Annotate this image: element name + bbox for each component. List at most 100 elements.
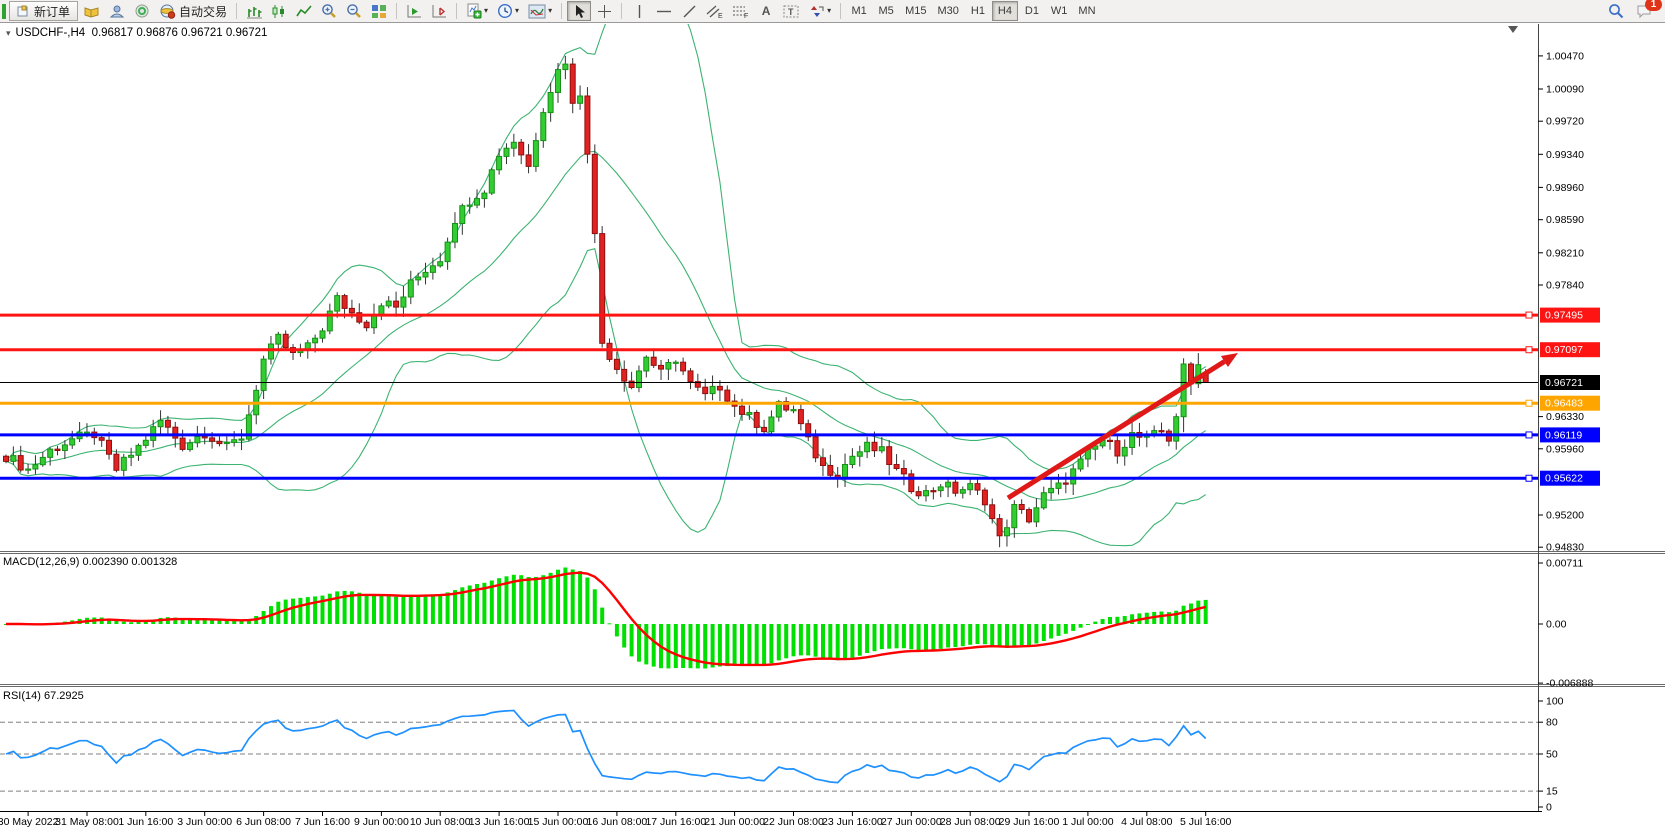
svg-text:0.98960: 0.98960 xyxy=(1546,182,1584,194)
svg-text:7 Jun 16:00: 7 Jun 16:00 xyxy=(295,816,350,828)
vertical-line-icon xyxy=(633,4,646,19)
text-button[interactable]: A xyxy=(754,1,778,21)
timeframe-m15[interactable]: M15 xyxy=(900,1,931,21)
svg-text:23 Jun 16:00: 23 Jun 16:00 xyxy=(822,816,883,828)
text-icon: A xyxy=(762,4,771,18)
chart-shift-button[interactable] xyxy=(427,1,451,21)
equidistant-channel-button[interactable]: E xyxy=(702,1,727,21)
equidistant-channel-icon: E xyxy=(706,4,723,19)
timeframe-h1[interactable]: H1 xyxy=(965,1,991,21)
autotrading-button[interactable]: 自动交易 xyxy=(155,1,231,21)
horizontal-line-icon xyxy=(656,4,672,19)
svg-text:0.00711: 0.00711 xyxy=(1546,558,1583,570)
candlestick-chart-button[interactable] xyxy=(267,1,291,21)
data-window-button[interactable] xyxy=(105,1,129,21)
dropdown-caret: ▾ xyxy=(484,7,488,15)
market-watch-button[interactable] xyxy=(79,1,104,21)
separator xyxy=(561,3,562,19)
timeframe-m30[interactable]: M30 xyxy=(933,1,964,21)
dropdown-caret: ▾ xyxy=(548,7,552,15)
svg-text:T: T xyxy=(788,7,794,17)
dropdown-caret: ▾ xyxy=(515,7,519,15)
cursor-icon xyxy=(572,4,587,19)
vertical-line-button[interactable] xyxy=(627,1,651,21)
timeframe-h4[interactable]: H4 xyxy=(992,1,1018,21)
chart-shift-icon xyxy=(431,4,447,19)
toolbar-right-group: 1 xyxy=(1604,1,1663,21)
svg-text:0: 0 xyxy=(1546,802,1552,814)
rsi-label: RSI(14) 67.2925 xyxy=(3,690,84,702)
crosshair-button[interactable] xyxy=(592,1,616,21)
svg-text:0.99720: 0.99720 xyxy=(1546,116,1584,128)
main-toolbar: 新订单 自动交易 xyxy=(0,0,1665,23)
rsi-name: RSI(14) xyxy=(3,690,41,702)
tile-windows-button[interactable] xyxy=(367,1,391,21)
cursor-button[interactable] xyxy=(567,1,591,21)
separator xyxy=(621,3,622,19)
crosshair-icon xyxy=(597,4,612,19)
separator xyxy=(840,3,841,19)
svg-text:0.97097: 0.97097 xyxy=(1545,344,1583,356)
svg-text:0.95960: 0.95960 xyxy=(1546,443,1584,455)
svg-text:0.96721: 0.96721 xyxy=(1545,377,1583,389)
zoom-out-button[interactable] xyxy=(342,1,366,21)
auto-scroll-button[interactable] xyxy=(402,1,426,21)
indicators-button[interactable]: ▾ xyxy=(462,1,492,21)
text-label-button[interactable]: T xyxy=(779,1,804,21)
zoom-in-button[interactable] xyxy=(317,1,341,21)
svg-text:0.98210: 0.98210 xyxy=(1546,247,1584,259)
periods-button[interactable]: ▾ xyxy=(493,1,523,21)
price-badge-0.96483: 0.96483 xyxy=(1540,396,1600,411)
mt4-window: { "toolbar": { "new_order_label": "新订单",… xyxy=(0,0,1665,833)
timeframe-mn[interactable]: MN xyxy=(1073,1,1100,21)
svg-text:100: 100 xyxy=(1546,696,1564,708)
search-icon xyxy=(1608,3,1624,19)
svg-text:0.97840: 0.97840 xyxy=(1546,280,1584,292)
templates-icon xyxy=(528,4,546,19)
svg-text:0.94830: 0.94830 xyxy=(1546,542,1584,554)
notification-badge: 1 xyxy=(1645,0,1662,11)
timeframe-w1[interactable]: W1 xyxy=(1046,1,1073,21)
market-watch-icon xyxy=(83,4,100,19)
svg-text:1 Jul 00:00: 1 Jul 00:00 xyxy=(1062,816,1114,828)
zoom-in-icon xyxy=(321,3,337,19)
line-chart-button[interactable] xyxy=(292,1,316,21)
new-order-button[interactable]: 新订单 xyxy=(9,1,78,21)
fibonacci-button[interactable]: F xyxy=(728,1,753,21)
svg-text:15 Jun 00:00: 15 Jun 00:00 xyxy=(528,816,589,828)
svg-text:30 May 2022: 30 May 2022 xyxy=(0,816,59,828)
line-chart-icon xyxy=(296,4,312,19)
svg-text:80: 80 xyxy=(1546,717,1558,729)
macd-name: MACD(12,26,9) xyxy=(3,556,79,568)
notifications-button[interactable]: 1 xyxy=(1632,1,1657,21)
chart-canvas[interactable]: 1.004701.000900.997200.993400.989600.985… xyxy=(0,0,1665,833)
arrows-button[interactable]: ▾ xyxy=(805,1,835,21)
price-badge-0.96721: 0.96721 xyxy=(1540,375,1600,390)
timeframe-m5[interactable]: M5 xyxy=(873,1,899,21)
text-label-icon: T xyxy=(783,4,800,19)
timeframe-d1[interactable]: D1 xyxy=(1019,1,1045,21)
search-button[interactable] xyxy=(1604,1,1628,21)
data-window-icon xyxy=(109,4,125,19)
svg-text:0.98590: 0.98590 xyxy=(1546,214,1584,226)
svg-text:0.96330: 0.96330 xyxy=(1546,411,1584,423)
timeframe-m1[interactable]: M1 xyxy=(846,1,872,21)
trendline-button[interactable] xyxy=(677,1,701,21)
price-badge-0.96119: 0.96119 xyxy=(1540,427,1600,442)
svg-text:27 Jun 00:00: 27 Jun 00:00 xyxy=(881,816,942,828)
fibonacci-icon: F xyxy=(732,4,749,19)
svg-text:29 Jun 16:00: 29 Jun 16:00 xyxy=(999,816,1060,828)
price-badge-0.97495: 0.97495 xyxy=(1540,308,1600,323)
navigator-button[interactable] xyxy=(130,1,154,21)
svg-text:3 Jun 00:00: 3 Jun 00:00 xyxy=(177,816,232,828)
svg-text:22 Jun 08:00: 22 Jun 08:00 xyxy=(763,816,824,828)
bar-chart-button[interactable] xyxy=(242,1,266,21)
svg-text:F: F xyxy=(744,13,748,19)
svg-text:1 Jun 16:00: 1 Jun 16:00 xyxy=(118,816,173,828)
svg-text:0.96119: 0.96119 xyxy=(1545,429,1582,441)
macd-label: MACD(12,26,9) 0.002390 0.001328 xyxy=(3,556,177,568)
chart-menu-caret[interactable]: ▾ xyxy=(6,28,11,38)
svg-text:4 Jul 08:00: 4 Jul 08:00 xyxy=(1121,816,1173,828)
horizontal-line-button[interactable] xyxy=(652,1,676,21)
templates-button[interactable]: ▾ xyxy=(524,1,556,21)
